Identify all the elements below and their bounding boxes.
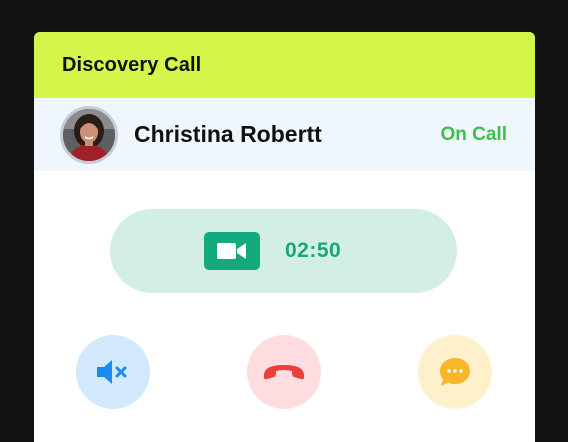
chat-button[interactable] (418, 335, 492, 409)
hang-up-button[interactable] (247, 335, 321, 409)
call-header: Discovery Call (34, 32, 535, 98)
chat-bubble-icon (440, 358, 470, 386)
phone-hangup-icon (264, 365, 304, 380)
call-card: Discovery Call Christina Robertt On Call (34, 32, 535, 442)
caller-info: Christina Robertt On Call (34, 98, 535, 171)
avatar[interactable] (60, 105, 118, 164)
person-avatar-icon (63, 108, 115, 161)
speaker-mute-icon (97, 360, 127, 384)
call-status: On Call (440, 123, 507, 145)
video-camera-icon (217, 243, 246, 259)
call-timer: 02:50 (285, 239, 342, 262)
caller-name: Christina Robertt (134, 121, 322, 147)
mute-button[interactable] (76, 335, 150, 409)
call-timer-pill: 02:50 (110, 209, 457, 293)
call-title: Discovery Call (62, 53, 202, 76)
video-toggle-button[interactable] (204, 232, 260, 270)
